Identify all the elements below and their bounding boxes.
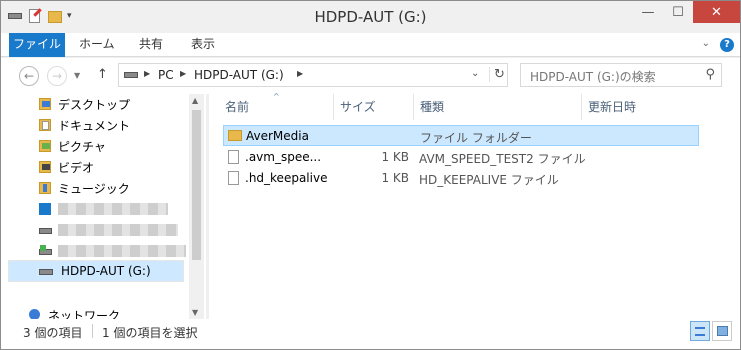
- nav-item-label: ミュージック: [58, 181, 130, 196]
- ribbon-tabs: ファイル ホーム 共有 表示 ⌄ ?: [1, 33, 740, 57]
- nav-item-label: ドキュメント: [58, 118, 131, 133]
- file-type: ファイル フォルダー: [420, 131, 532, 145]
- navigation-bar: ← → ▼ ↑ ▶ PC ▶ HDPD-AUT (G:) ▶ ⌄ ↻ HDPD-…: [1, 58, 740, 94]
- nav-item-redacted[interactable]: [39, 199, 168, 219]
- column-divider[interactable]: [333, 94, 334, 120]
- file-icon: [228, 171, 239, 185]
- close-button[interactable]: ✕: [693, 1, 740, 23]
- file-row[interactable]: .hd_keepalive 1 KB HD_KEEPALIVE ファイル: [223, 168, 699, 189]
- redacted-label: [58, 224, 178, 236]
- nav-item-label: ピクチャ: [58, 139, 106, 154]
- status-bar: 3 個の項目 1 個の項目を選択: [1, 319, 740, 349]
- drive-icon: [39, 224, 53, 236]
- search-icon[interactable]: ⚲: [705, 67, 715, 82]
- maximize-button[interactable]: ☐: [663, 1, 693, 23]
- address-bar[interactable]: ▶ PC ▶ HDPD-AUT (G:) ▶ ⌄ ↻: [118, 63, 508, 87]
- forward-button[interactable]: →: [47, 66, 67, 86]
- scroll-thumb[interactable]: [192, 110, 201, 260]
- column-header-size[interactable]: サイズ: [340, 98, 376, 115]
- redacted-label: [58, 245, 186, 257]
- sort-arrow-icon: ^: [273, 92, 280, 101]
- file-list: ^ 名前 サイズ 種類 更新日時 AverMedia ファイル フォルダー .a…: [208, 92, 740, 319]
- scroll-down-icon[interactable]: ▼: [192, 308, 198, 317]
- file-icon: [228, 150, 239, 164]
- ribbon-controls: ⌄ ?: [702, 38, 734, 52]
- help-icon[interactable]: ?: [720, 38, 734, 52]
- file-row[interactable]: AverMedia ファイル フォルダー: [223, 125, 699, 146]
- drive-icon: [39, 269, 53, 275]
- file-name: .hd_keepalive: [245, 171, 328, 185]
- music-folder-icon: [39, 182, 53, 194]
- back-button[interactable]: ←: [19, 66, 39, 86]
- navigation-scrollbar[interactable]: ▲ ▼: [189, 94, 204, 319]
- desktop-folder-icon: [39, 98, 53, 110]
- tab-share[interactable]: 共有: [139, 33, 163, 57]
- nav-item-videos[interactable]: ビデオ: [39, 157, 94, 177]
- breadcrumb-arrow-icon[interactable]: ▶: [180, 69, 186, 78]
- file-size: 1 KB: [381, 171, 409, 185]
- nav-item-selected-drive[interactable]: HDPD-AUT (G:): [8, 260, 184, 282]
- nav-item-desktop[interactable]: デスクトップ: [39, 94, 130, 114]
- tab-view[interactable]: 表示: [191, 33, 215, 57]
- pictures-folder-icon: [39, 140, 53, 152]
- selection-count: 1 個の項目を選択: [102, 326, 198, 340]
- search-box[interactable]: HDPD-AUT (G:)の検索 ⚲: [520, 63, 722, 87]
- view-switcher: [690, 321, 732, 341]
- breadcrumb-drive[interactable]: HDPD-AUT (G:): [194, 68, 284, 82]
- breadcrumb-pc[interactable]: PC: [158, 68, 174, 82]
- recent-locations-icon[interactable]: ▼: [74, 71, 80, 80]
- window-title: HDPD-AUT (G:): [314, 8, 427, 26]
- drive-icon: [124, 72, 138, 78]
- nav-item-music[interactable]: ミュージック: [39, 178, 130, 198]
- scroll-up-icon[interactable]: ▲: [192, 96, 198, 105]
- redacted-label: [58, 203, 168, 215]
- file-name: AverMedia: [246, 129, 309, 143]
- file-size: 1 KB: [381, 150, 409, 164]
- address-dropdown-icon[interactable]: ⌄: [471, 68, 479, 79]
- file-row[interactable]: .avm_spee... 1 KB AVM_SPEED_TEST2 ファイル: [223, 147, 699, 168]
- expand-ribbon-icon[interactable]: ⌄: [702, 38, 710, 52]
- column-header-name[interactable]: 名前: [225, 98, 249, 115]
- nav-item-redacted[interactable]: [39, 220, 178, 240]
- up-button[interactable]: ↑: [97, 67, 108, 82]
- large-icons-view-button[interactable]: [712, 321, 732, 341]
- search-placeholder: HDPD-AUT (G:)の検索: [530, 70, 656, 84]
- nav-item-label: デスクトップ: [58, 97, 131, 112]
- file-type: AVM_SPEED_TEST2 ファイル: [419, 152, 586, 166]
- column-divider[interactable]: [413, 94, 414, 120]
- documents-folder-icon: [39, 119, 53, 131]
- column-divider[interactable]: [581, 94, 582, 120]
- details-view-button[interactable]: [690, 321, 710, 341]
- breadcrumb-arrow-icon[interactable]: ▶: [144, 69, 150, 78]
- nav-item-label: HDPD-AUT (G:): [61, 264, 151, 278]
- explorer-window: ▾ HDPD-AUT (G:) — ☐ ✕ ファイル ホーム 共有 表示 ⌄ ?…: [0, 0, 741, 350]
- nav-item-documents[interactable]: ドキュメント: [39, 115, 130, 135]
- refresh-icon[interactable]: ↻: [489, 67, 505, 82]
- windows-drive-icon: [39, 203, 53, 215]
- folder-icon: [228, 130, 242, 141]
- column-header-type[interactable]: 種類: [420, 98, 444, 115]
- nav-item-label: ビデオ: [58, 160, 95, 175]
- column-header-modified[interactable]: 更新日時: [588, 98, 636, 115]
- nav-item-pictures[interactable]: ピクチャ: [39, 136, 106, 156]
- window-controls: — ☐ ✕: [633, 1, 740, 23]
- tab-home[interactable]: ホーム: [79, 33, 115, 57]
- large-icons-view-icon: [717, 326, 728, 336]
- navigation-pane: デスクトップ ドキュメント ピクチャ ビデオ ミュージック HDPD-AUT (…: [1, 94, 206, 323]
- file-type: HD_KEEPALIVE ファイル: [419, 173, 559, 187]
- network-drive-icon: [39, 245, 53, 257]
- status-divider: [92, 324, 93, 338]
- nav-item-redacted[interactable]: [39, 241, 186, 261]
- title-bar: ▾ HDPD-AUT (G:) — ☐ ✕: [1, 1, 740, 33]
- videos-folder-icon: [39, 161, 53, 173]
- file-name: .avm_spee...: [245, 150, 322, 164]
- breadcrumb-arrow-icon[interactable]: ▶: [297, 69, 303, 78]
- item-count: 3 個の項目: [23, 326, 83, 340]
- minimize-button[interactable]: —: [633, 1, 663, 23]
- tab-file[interactable]: ファイル: [9, 33, 65, 57]
- details-view-icon: [695, 327, 705, 336]
